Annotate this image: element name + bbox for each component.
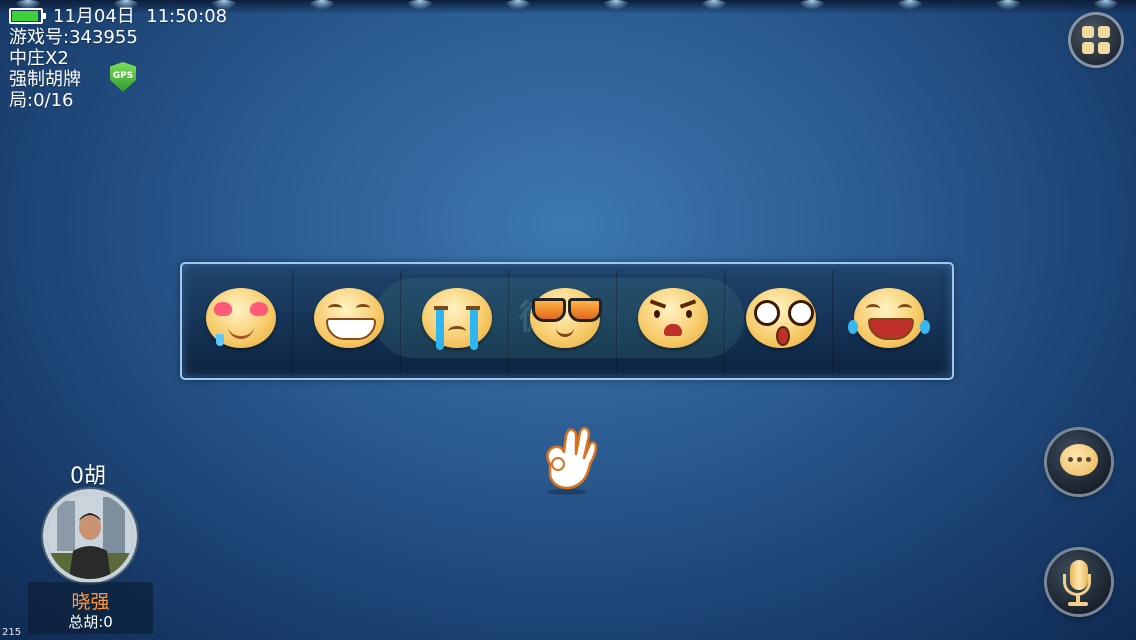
emoji-item-grin[interactable]	[294, 270, 401, 374]
battery-icon	[9, 8, 46, 24]
angry-emoji-icon	[638, 288, 708, 348]
player-info-panel: 晓强 总胡:0	[28, 582, 153, 634]
menu-button[interactable]	[1071, 15, 1121, 65]
emoji-item-heart-eyes[interactable]	[186, 270, 293, 374]
emoji-item-angry[interactable]	[618, 270, 725, 374]
status-row: 11月04日 11:50:08	[9, 6, 227, 27]
menu-grid-icon	[1082, 26, 1094, 38]
date-label: 11月04日	[53, 6, 135, 27]
corner-label: 215	[2, 627, 22, 638]
battery-fill	[12, 11, 39, 21]
player-score: 0胡	[70, 464, 106, 489]
player-name: 晓强	[71, 591, 110, 613]
laughing-tears-emoji-icon	[848, 288, 930, 348]
emoji-item-crying[interactable]	[402, 270, 509, 374]
crying-emoji-icon	[422, 288, 492, 350]
emoji-panel: 微信	[180, 262, 954, 380]
heart-eyes-emoji-icon	[206, 288, 276, 348]
room-info: 11月04日 11:50:08 游戏号:343955 中庄X2 强制胡牌 局:0…	[9, 6, 227, 111]
avatar-photo	[47, 493, 133, 579]
ok-hand-icon	[536, 424, 598, 496]
player-avatar[interactable]	[47, 493, 133, 579]
game-id-label: 游戏号:343955	[9, 27, 138, 48]
emoji-item-sunglasses[interactable]	[510, 270, 617, 374]
chat-bubble-icon	[1060, 444, 1098, 476]
voice-button[interactable]	[1047, 550, 1111, 614]
player-total: 总胡:0	[68, 613, 113, 631]
emoji-item-laughing-tears[interactable]	[834, 270, 940, 374]
emoji-item-shocked[interactable]	[726, 270, 833, 374]
round-label: 局:0/16	[9, 90, 74, 111]
time-label: 11:50:08	[146, 6, 228, 27]
sunglasses-emoji-icon	[530, 288, 602, 348]
grin-emoji-icon	[314, 288, 384, 348]
chat-button[interactable]	[1047, 430, 1111, 494]
shocked-emoji-icon	[746, 288, 816, 348]
